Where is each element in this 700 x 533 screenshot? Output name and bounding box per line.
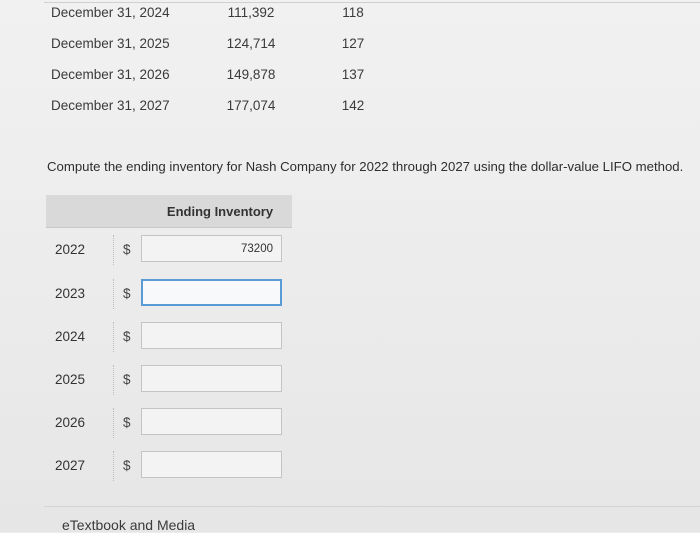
column-divider [113, 279, 114, 309]
year-label: 2022 [55, 242, 86, 257]
dollar-sign-label: $ [123, 458, 131, 473]
index-row-index: 118 [342, 5, 364, 20]
index-row-index: 127 [341, 36, 365, 51]
year-label: 2025 [55, 372, 86, 387]
index-row-date: December 31, 2024 [51, 5, 170, 20]
bottom-divider [44, 506, 700, 507]
year-label: 2023 [55, 286, 86, 301]
year-label: 2026 [55, 415, 86, 430]
column-divider [113, 322, 114, 352]
ending-inventory-input-2026[interactable] [141, 408, 282, 435]
dollar-sign-label: $ [123, 329, 131, 344]
dollar-sign-label: $ [123, 372, 131, 387]
index-row-date: December 31, 2027 [51, 98, 170, 113]
column-header: Ending Inventory [46, 195, 292, 228]
column-header-label: Ending Inventory [166, 204, 274, 219]
index-row-cost: 124,714 [226, 36, 276, 51]
index-row-date: December 31, 2025 [51, 36, 170, 51]
column-divider [113, 451, 114, 481]
inventory-row-2027: 2027 $ [46, 451, 306, 481]
index-row-index: 137 [341, 67, 365, 82]
ending-inventory-input-2024[interactable] [141, 322, 282, 349]
year-label: 2024 [55, 329, 86, 344]
index-row-cost: 177,074 [226, 98, 276, 113]
index-row-index: 142 [341, 98, 365, 113]
column-divider [113, 235, 114, 265]
ending-inventory-input-2022[interactable] [141, 235, 282, 262]
top-divider [44, 2, 700, 3]
ending-inventory-input-2023[interactable] [141, 279, 282, 306]
column-divider [113, 365, 114, 395]
column-divider [113, 408, 114, 438]
index-row: December 31, 2026 149,878 137 [0, 67, 700, 98]
ending-inventory-input-2025[interactable] [141, 365, 282, 392]
index-row-date: December 31, 2026 [51, 67, 170, 82]
index-row-cost: 149,878 [226, 67, 276, 82]
index-row: December 31, 2027 177,074 142 [0, 98, 700, 129]
inventory-row-2024: 2024 $ [46, 322, 306, 352]
index-row: December 31, 2025 124,714 127 [0, 36, 700, 67]
ending-inventory-input-2027[interactable] [141, 451, 282, 478]
question-panel: December 31, 2024 111,392 118 December 3… [0, 0, 700, 533]
index-row: December 31, 2024 111,392 118 [0, 5, 700, 36]
year-label: 2027 [55, 458, 86, 473]
inventory-row-2022: 2022 $ [46, 235, 306, 265]
etextbook-media-link[interactable]: eTextbook and Media [62, 517, 195, 533]
dollar-sign-label: $ [123, 415, 131, 430]
dollar-sign-label: $ [123, 286, 131, 301]
inventory-row-2026: 2026 $ [46, 408, 306, 438]
index-row-cost: 111,392 [227, 5, 275, 20]
inventory-row-2023: 2023 $ [46, 279, 306, 309]
question-instruction: Compute the ending inventory for Nash Co… [47, 159, 684, 174]
dollar-sign-label: $ [123, 242, 131, 257]
inventory-row-2025: 2025 $ [46, 365, 306, 395]
